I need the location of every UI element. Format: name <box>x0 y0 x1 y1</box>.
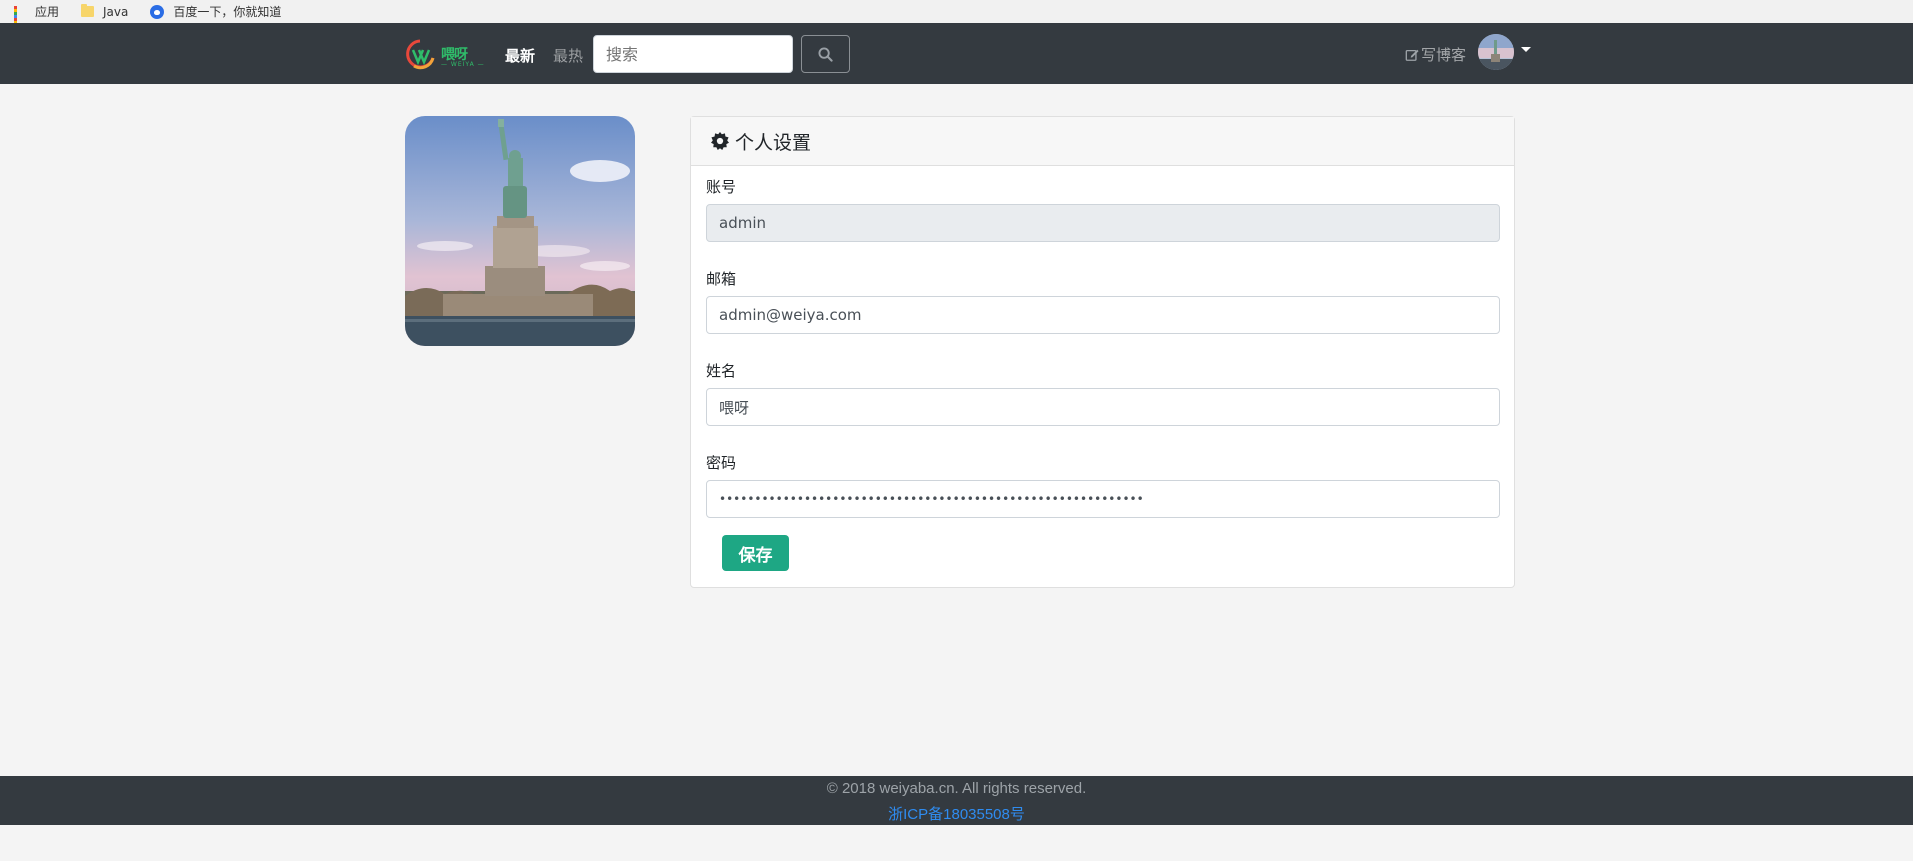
name-label: 姓名 <box>706 362 737 380</box>
bookmark-label: 百度一下，你就知道 <box>173 5 282 19</box>
user-avatar[interactable] <box>1478 34 1514 70</box>
edit-icon <box>1405 49 1419 61</box>
write-blog-link[interactable]: 写博客 <box>1405 44 1466 65</box>
email-label: 邮箱 <box>706 270 737 288</box>
account-label: 账号 <box>706 178 737 196</box>
baidu-paw-icon <box>150 4 165 19</box>
password-label: 密码 <box>706 454 737 472</box>
search-input[interactable] <box>593 35 793 73</box>
bookmark-label: 应用 <box>35 5 60 19</box>
save-button[interactable]: 保存 <box>722 535 789 571</box>
nav-hot-link[interactable]: 最热 <box>553 45 583 66</box>
bookmarks-bar: 应用 Java 百度一下，你就知道 <box>0 0 1913 33</box>
card-title: 个人设置 <box>735 131 812 154</box>
bookmark-apps[interactable]: 应用 <box>14 3 60 33</box>
footer-copyright: © 2018 weiyaba.cn. All rights reserved. <box>826 780 1087 797</box>
apps-grid-icon <box>14 5 26 33</box>
bookmark-label: Java <box>103 4 129 19</box>
bookmark-java[interactable]: Java <box>81 4 129 19</box>
write-blog-label: 写博客 <box>1421 46 1467 64</box>
bookmark-baidu[interactable]: 百度一下，你就知道 <box>150 3 281 20</box>
footer-icp-link[interactable]: 浙ICP备18035508号 <box>0 803 1913 824</box>
logo-subtext: — WEIYA — <box>441 61 485 68</box>
card-header: 个人设置 <box>691 117 1514 166</box>
avatar-image <box>1478 34 1514 70</box>
search-icon <box>818 46 833 62</box>
folder-icon <box>81 4 95 17</box>
nav-latest-link[interactable]: 最新 <box>505 45 535 66</box>
account-field[interactable] <box>706 204 1500 242</box>
footer: © 2018 weiyaba.cn. All rights reserved. … <box>0 776 1913 825</box>
statue-of-liberty-image <box>405 116 635 346</box>
name-field[interactable] <box>706 388 1500 426</box>
password-field[interactable] <box>706 480 1500 518</box>
personal-settings-card: 个人设置 账号 邮箱 姓名 密码 保存 <box>690 116 1515 588</box>
chevron-down-icon[interactable] <box>1521 47 1531 52</box>
gear-icon <box>711 132 729 150</box>
search-button[interactable] <box>801 35 850 73</box>
top-navbar: 喂呀 — WEIYA — 最新 最热 写博客 <box>0 23 1913 84</box>
profile-picture <box>405 116 635 346</box>
email-field[interactable] <box>706 296 1500 334</box>
